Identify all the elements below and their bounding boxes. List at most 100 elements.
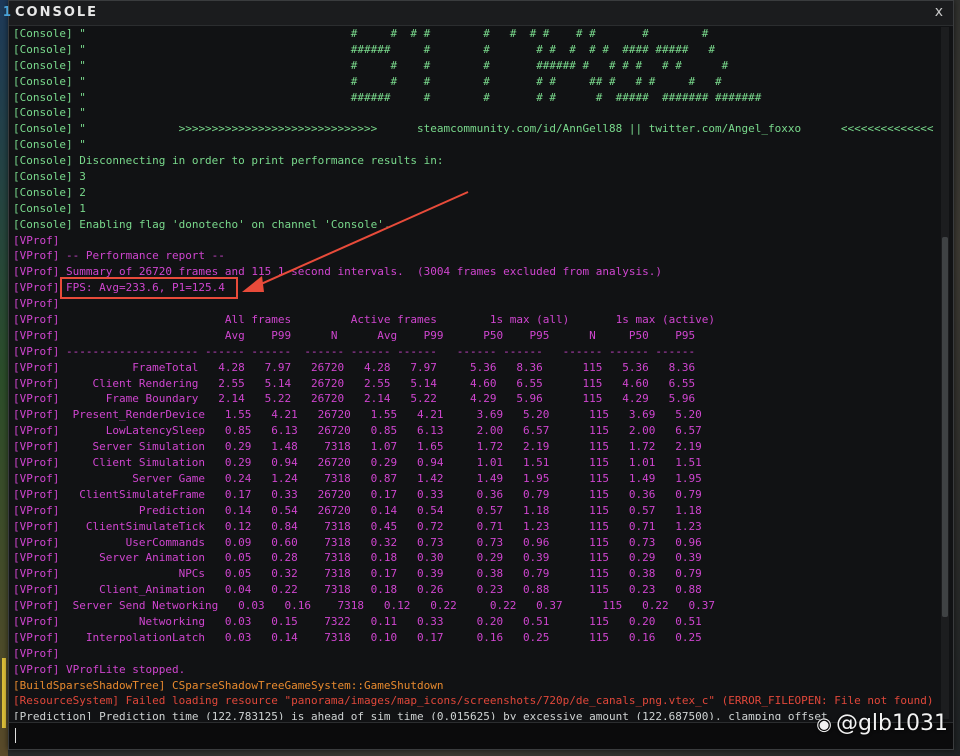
log-source: [Console] bbox=[13, 185, 73, 199]
log-text: FrameTotal 4.28 7.97 26720 4.28 7.97 5.3… bbox=[59, 360, 696, 374]
log-line: [Console] Enabling flag 'donotecho' on c… bbox=[13, 217, 937, 233]
log-text: " # # # # ###### # # # # # # # bbox=[72, 58, 729, 72]
log-line: [VProf] bbox=[13, 646, 937, 662]
log-line: [Console] Disconnecting in order to prin… bbox=[13, 153, 937, 169]
log-source: [VProf] bbox=[13, 297, 60, 311]
log-text: " bbox=[72, 106, 86, 120]
log-text: Server Simulation 0.29 1.48 7318 1.07 1.… bbox=[59, 440, 702, 454]
log-text: Disconnecting in order to print performa… bbox=[72, 154, 444, 168]
log-text: ClientSimulateFrame 0.17 0.33 26720 0.17… bbox=[59, 487, 702, 501]
log-text: Enabling flag 'donotecho' on channel 'Co… bbox=[72, 217, 391, 231]
log-line: [VProf] Frame Boundary 2.14 5.22 26720 2… bbox=[13, 391, 937, 407]
log-line: [ResourceSystem] Failed loading resource… bbox=[13, 693, 937, 709]
console-input-bar bbox=[9, 722, 953, 749]
log-source: [Console] bbox=[13, 154, 73, 168]
log-line: [VProf] Server Simulation 0.29 1.48 7318… bbox=[13, 439, 937, 455]
log-source: [Console] bbox=[13, 201, 73, 215]
log-source: [VProf] bbox=[13, 551, 60, 565]
log-source: [VProf] bbox=[13, 471, 60, 485]
log-text: InterpolationLatch 0.03 0.14 7318 0.10 0… bbox=[59, 630, 702, 644]
console-window: 1 CONSOLE x [Console] " # # # # # # # # … bbox=[3, 0, 954, 750]
log-line: [VProf] Client Rendering 2.55 5.14 26720… bbox=[13, 376, 937, 392]
log-text: Prediction time (122.783125) is ahead of… bbox=[92, 710, 828, 720]
text-cursor bbox=[15, 728, 16, 743]
log-source: [Console] bbox=[13, 90, 73, 104]
log-source: [VProf] bbox=[13, 313, 60, 327]
title-bar[interactable]: 1 CONSOLE x bbox=[3, 1, 953, 26]
log-line: [Console] " ###### # # # # # ##### #####… bbox=[13, 90, 937, 106]
log-source: [VProf] bbox=[13, 519, 60, 533]
log-source: [VProf] bbox=[13, 456, 60, 470]
log-text: ClientSimulateTick 0.12 0.84 7318 0.45 0… bbox=[59, 519, 702, 533]
log-source: [Console] bbox=[13, 122, 73, 136]
scroll-thumb[interactable] bbox=[942, 237, 948, 617]
log-line: [Console] " # # # # ###### # # # # # # # bbox=[13, 58, 937, 74]
scrollbar[interactable] bbox=[941, 27, 949, 719]
log-line: [Console] 2 bbox=[13, 185, 937, 201]
log-line: [Console] 3 bbox=[13, 169, 937, 185]
log-text: 1 bbox=[72, 201, 86, 215]
log-line: [Console] 1 bbox=[13, 201, 937, 217]
log-text: Server Game 0.24 1.24 7318 0.87 1.42 1.4… bbox=[59, 471, 702, 485]
log-text: " >>>>>>>>>>>>>>>>>>>>>>>>>>>>>> steamco… bbox=[72, 122, 934, 136]
log-source: [VProf] bbox=[13, 408, 60, 422]
log-text: -- Performance report -- bbox=[59, 249, 225, 263]
log-text: " bbox=[72, 138, 86, 152]
log-text: 2 bbox=[72, 185, 86, 199]
close-button[interactable]: x bbox=[935, 4, 943, 20]
log-source: [VProf] bbox=[13, 360, 60, 374]
log-source: [Console] bbox=[13, 138, 73, 152]
log-source: [VProf] bbox=[13, 328, 60, 342]
log-line: [Console] " ###### # # # # # # # #### ##… bbox=[13, 42, 937, 58]
log-text: Failed loading resource "panorama/images… bbox=[118, 694, 934, 708]
log-source: [ResourceSystem] bbox=[13, 694, 119, 708]
fps-highlight-box bbox=[60, 277, 238, 299]
log-source: [VProf] bbox=[13, 265, 60, 279]
log-text: CSparseShadowTreeGameSystem::GameShutdow… bbox=[165, 678, 444, 692]
log-text: Server Send Networking 0.03 0.16 7318 0.… bbox=[59, 599, 715, 613]
log-line: [VProf] Avg P99 N Avg P99 P50 P95 N P50 … bbox=[13, 328, 937, 344]
log-source: [VProf] bbox=[13, 583, 60, 597]
watermark-text: @glb1031 bbox=[835, 711, 948, 736]
log-text: Prediction 0.14 0.54 26720 0.14 0.54 0.5… bbox=[59, 503, 702, 517]
log-line: [VProf] Server Send Networking 0.03 0.16… bbox=[13, 598, 937, 614]
log-source: [Console] bbox=[13, 106, 73, 120]
log-line: [VProf] All frames Active frames 1s max … bbox=[13, 312, 937, 328]
log-source: [VProf] bbox=[13, 567, 60, 581]
log-text: Client Simulation 0.29 0.94 26720 0.29 0… bbox=[59, 456, 702, 470]
log-source: [VProf] bbox=[13, 535, 60, 549]
log-text: Present_RenderDevice 1.55 4.21 26720 1.5… bbox=[59, 408, 702, 422]
log-source: [VProf] bbox=[13, 249, 60, 263]
log-line: [VProf] -------------------- ------ ----… bbox=[13, 344, 937, 360]
log-text: All frames Active frames 1s max (all) 1s… bbox=[59, 313, 715, 327]
log-source: [VProf] bbox=[13, 344, 60, 358]
log-source: [VProf] bbox=[13, 614, 60, 628]
console-input[interactable] bbox=[13, 726, 927, 746]
log-line: [VProf] UserCommands 0.09 0.60 7318 0.32… bbox=[13, 535, 937, 551]
log-text: -------------------- ------ ------ -----… bbox=[59, 344, 696, 358]
window-title: CONSOLE bbox=[15, 5, 99, 20]
log-text: " ###### # # # # # # # #### ##### # bbox=[72, 42, 715, 56]
watermark: ◉ @glb1031 bbox=[816, 711, 948, 736]
log-line: [Console] " # # # # # # ## # # # # # bbox=[13, 74, 937, 90]
log-source: [VProf] bbox=[13, 440, 60, 454]
log-source: [VProf] bbox=[13, 662, 60, 676]
log-source: [VProf] bbox=[13, 599, 60, 613]
log-source: [VProf] bbox=[13, 281, 60, 295]
log-line: [VProf] NPCs 0.05 0.32 7318 0.17 0.39 0.… bbox=[13, 566, 937, 582]
log-text: Server Animation 0.05 0.28 7318 0.18 0.3… bbox=[59, 551, 702, 565]
log-text: 3 bbox=[72, 170, 86, 184]
hud-indicator bbox=[2, 658, 6, 728]
log-source: [Console] bbox=[13, 58, 73, 72]
log-line: [VProf] Networking 0.03 0.15 7322 0.11 0… bbox=[13, 614, 937, 630]
log-source: [VProf] bbox=[13, 487, 60, 501]
console-log[interactable]: [Console] " # # # # # # # # # # # # [Cons… bbox=[13, 26, 937, 720]
title-accent: 1 bbox=[3, 5, 11, 20]
log-source: [VProf] bbox=[13, 503, 60, 517]
log-source: [VProf] bbox=[13, 646, 60, 660]
log-line: [VProf] FrameTotal 4.28 7.97 26720 4.28 … bbox=[13, 360, 937, 376]
log-line: [VProf] -- Performance report -- bbox=[13, 248, 937, 264]
log-line: [VProf] InterpolationLatch 0.03 0.14 731… bbox=[13, 630, 937, 646]
log-line: [VProf] Server Animation 0.05 0.28 7318 … bbox=[13, 550, 937, 566]
log-source: [Prediction] bbox=[13, 710, 93, 720]
